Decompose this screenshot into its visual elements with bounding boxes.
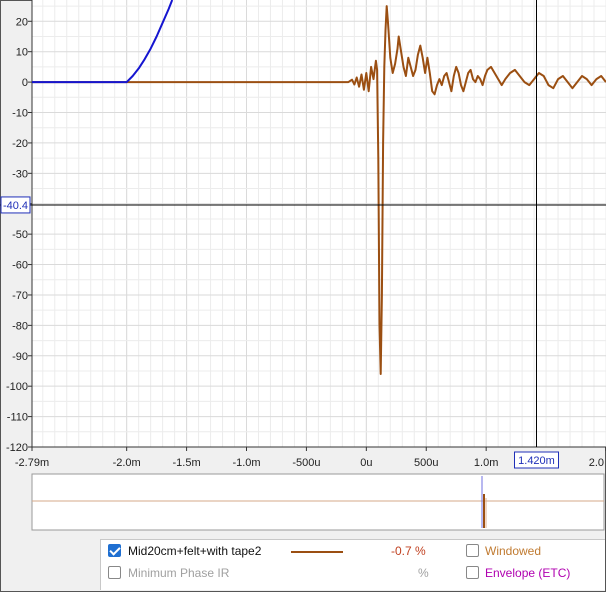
legend-row-min-phase: Minimum Phase IR % Envelope (ETC): [101, 563, 605, 585]
y-tick-label: -100: [6, 381, 28, 393]
windowed-checkbox[interactable]: [466, 544, 479, 557]
windowed-label: Windowed: [485, 544, 542, 558]
legend-row-measurement: Mid20cm+felt+with tape2 -0.7 % Windowed: [101, 541, 605, 563]
y-tick-label: -70: [12, 290, 28, 302]
cursor-x-readout: 1.420m: [518, 455, 555, 467]
y-tick-label: -60: [12, 260, 28, 272]
min-phase-name: Minimum Phase IR: [128, 566, 230, 580]
y-tick-label: -20: [12, 138, 28, 150]
cursor-y-readout: -40.4: [3, 200, 28, 212]
envelope-label: Envelope (ETC): [485, 566, 571, 580]
envelope-checkbox[interactable]: [466, 566, 479, 579]
y-tick-label: 10: [16, 47, 28, 59]
show-measurement-checkbox[interactable]: [108, 544, 121, 557]
measurement-value: -0.7 %: [391, 544, 426, 558]
y-tick-label: -120: [6, 442, 28, 454]
y-tick-label: -90: [12, 351, 28, 363]
overview-strip[interactable]: [0, 468, 606, 534]
impulse-response-plot[interactable]: 20100-10-20-30-40-50-60-70-80-90-100-110…: [0, 0, 606, 470]
y-tick-label: -80: [12, 320, 28, 332]
y-tick-label: 20: [16, 16, 28, 28]
legend-panel: Mid20cm+felt+with tape2 -0.7 % Windowed …: [100, 539, 605, 590]
measurement-line-swatch: [291, 551, 343, 553]
measurement-name: Mid20cm+felt+with tape2: [128, 544, 262, 558]
y-tick-label: -50: [12, 229, 28, 241]
overview-area: [31, 473, 605, 531]
y-tick-label: -30: [12, 168, 28, 180]
show-min-phase-checkbox[interactable]: [108, 566, 121, 579]
y-tick-label: -110: [7, 412, 28, 424]
y-tick-label: -10: [12, 108, 28, 120]
y-tick-label: 0: [22, 77, 28, 89]
min-phase-value: %: [418, 566, 429, 580]
